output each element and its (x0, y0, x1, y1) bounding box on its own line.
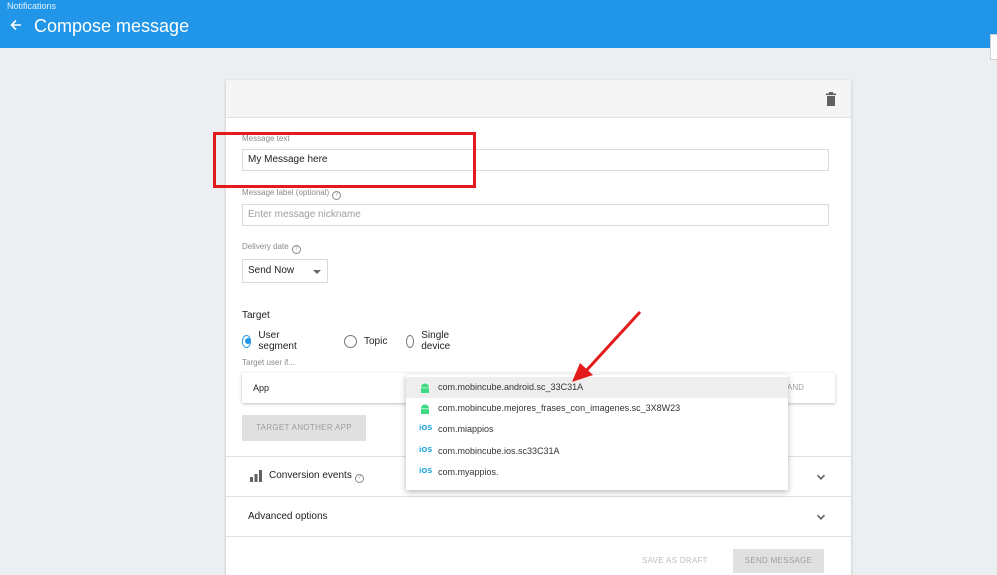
help-icon[interactable]: ? (291, 245, 301, 254)
app-option[interactable]: com.mobincube.mejores_frases_con_imagene… (406, 398, 788, 419)
app-option-label: com.mobincube.android.sc_33C31A (438, 382, 584, 392)
side-panel-edge (990, 34, 997, 60)
delivery-date-select[interactable]: Send Now (242, 259, 328, 283)
message-label-label: Message label (optional)? (242, 188, 342, 200)
app-option[interactable]: iOS com.myappios. (406, 462, 788, 483)
save-as-draft-button[interactable]: SAVE AS DRAFT (642, 556, 708, 565)
breadcrumb[interactable]: Notifications (7, 1, 56, 11)
help-icon[interactable]: ? (332, 191, 342, 200)
target-condition-label: Target user if... (242, 358, 295, 367)
delivery-date-label-text: Delivery date (242, 242, 289, 251)
conversion-events-row[interactable]: Conversion events? (269, 470, 364, 483)
radio-single-device-label: Single device (421, 330, 451, 352)
chevron-down-icon[interactable] (816, 472, 826, 482)
ios-icon: iOS (419, 424, 433, 432)
radio-user-segment-label: User segment (258, 330, 297, 352)
android-icon (421, 404, 429, 414)
radio-topic-label: Topic (364, 335, 388, 347)
message-label-input[interactable]: Enter message nickname (242, 204, 829, 226)
advanced-options-label[interactable]: Advanced options (248, 511, 328, 522)
app-option-label: com.mobincube.ios.sc33C31A (438, 446, 560, 456)
ios-icon: iOS (419, 467, 433, 475)
delivery-date-label: Delivery date? (242, 242, 301, 254)
radio-user-segment[interactable]: User segment (242, 330, 300, 352)
bar-chart-icon (250, 470, 262, 482)
app-option-label: com.mobincube.mejores_frases_con_imagene… (438, 403, 681, 413)
app-option-label: com.miappios (438, 424, 494, 434)
send-message-button[interactable]: SEND MESSAGE (733, 549, 824, 573)
card-header (226, 80, 851, 118)
annotation-highlight-box (213, 132, 476, 188)
divider (226, 536, 851, 537)
app-option[interactable]: iOS com.mobincube.ios.sc33C31A (406, 441, 788, 462)
app-select[interactable]: App (253, 383, 269, 393)
radio-checked-icon (242, 334, 252, 348)
caret-down-icon (313, 270, 321, 274)
conversion-events-label: Conversion events (269, 470, 352, 481)
divider (226, 496, 851, 497)
app-header: Notifications Compose message (0, 0, 997, 48)
app-option[interactable]: com.mobincube.android.sc_33C31A (406, 377, 788, 398)
trash-icon[interactable] (825, 92, 837, 106)
android-icon (421, 383, 429, 393)
radio-unchecked-icon (344, 334, 357, 348)
and-button[interactable]: AND (787, 383, 804, 392)
app-option[interactable]: iOS com.miappios (406, 419, 788, 440)
app-option-label: com.myappios. (438, 467, 499, 477)
arrow-left-icon[interactable] (8, 17, 24, 33)
page-title: Compose message (34, 16, 190, 36)
target-title: Target (242, 310, 270, 321)
chevron-down-icon[interactable] (816, 512, 826, 522)
radio-single-device[interactable]: Single device (406, 330, 455, 352)
target-another-app-button[interactable]: TARGET ANOTHER APP (242, 415, 366, 441)
radio-unchecked-icon (406, 334, 415, 348)
app-dropdown-menu: com.mobincube.android.sc_33C31A com.mobi… (406, 375, 788, 490)
ios-icon: iOS (419, 446, 433, 454)
radio-topic[interactable]: Topic (344, 334, 387, 348)
help-icon[interactable]: ? (354, 474, 364, 483)
message-label-label-text: Message label (optional) (242, 188, 330, 197)
delivery-date-value: Send Now (248, 265, 295, 276)
